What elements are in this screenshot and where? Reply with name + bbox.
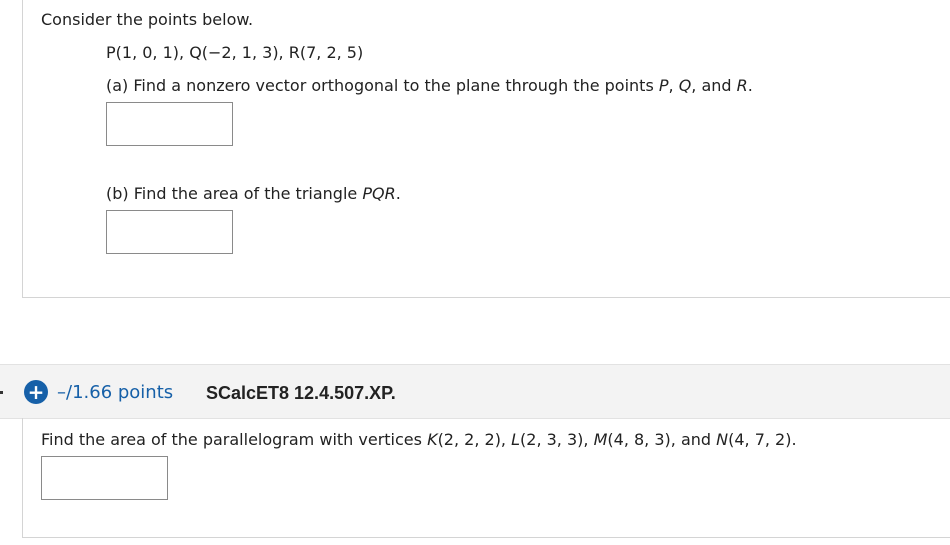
question-1-intro: Consider the points below. — [41, 10, 254, 29]
point-p-label: P — [658, 76, 669, 95]
points-list: P(1, 0, 1), Q(−2, 1, 3), R(7, 2, 5) — [106, 43, 363, 63]
part-a-answer-input[interactable] — [106, 102, 233, 146]
question-2-prompt: Find the area of the parallelogram with … — [41, 430, 797, 449]
part-a-prompt: (a) Find a nonzero vector orthogonal to … — [106, 76, 753, 95]
point-q-label: Q — [678, 76, 692, 95]
triangle-label: PQR — [362, 184, 396, 203]
vertex-l-label: L — [511, 430, 521, 449]
and-word: and — [701, 76, 732, 95]
question-2-answer-input[interactable] — [41, 456, 168, 500]
point-r-label: R — [736, 76, 748, 95]
question-marker — [0, 391, 3, 394]
vertex-n-label: N — [716, 430, 729, 449]
question-source: SCalcET8 12.4.507.XP. — [206, 383, 396, 403]
vertex-m-label: M — [593, 430, 608, 449]
part-b-prompt: (b) Find the area of the triangle PQR. — [106, 184, 401, 203]
points-value: –/1.66 points — [57, 382, 174, 403]
vertex-k-label: K — [427, 430, 438, 449]
part-b-answer-input[interactable] — [106, 210, 233, 254]
part-a-text: (a) Find a nonzero vector orthogonal to … — [106, 76, 659, 95]
part-b-text: (b) Find the area of the triangle — [106, 184, 363, 203]
plus-circle-icon[interactable]: + — [24, 380, 48, 404]
points-list-text: P(1, 0, 1), Q(−2, 1, 3), R(7, 2, 5) — [106, 43, 364, 62]
